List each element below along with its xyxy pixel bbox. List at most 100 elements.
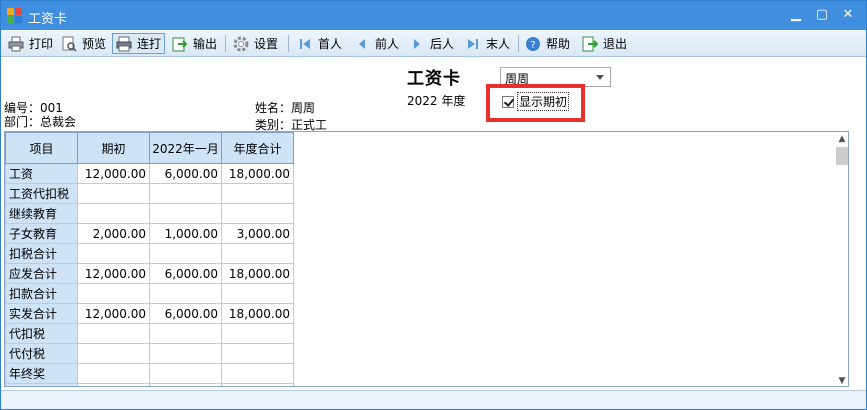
prev-record-button[interactable]: 前人 [351,33,402,54]
table-cell[interactable] [221,203,294,224]
table-cell[interactable]: 18,000.00 [221,163,294,184]
table-cell[interactable] [221,363,294,384]
table-cell[interactable]: 6,000.00 [149,303,222,324]
table-cell[interactable] [77,343,150,364]
table-cell[interactable] [149,183,222,204]
first-record-button[interactable]: 首人 [294,33,345,54]
row-item-label[interactable]: 代付税 [5,343,78,364]
printer-icon [8,36,24,51]
maximize-button[interactable]: ▢ [811,5,833,25]
print-button[interactable]: 打印 [5,33,56,54]
table-row[interactable]: 代付税 [5,343,294,364]
row-item-label[interactable]: 扣款合计 [5,283,78,304]
table-row[interactable]: 工资 12,000.00 6,000.00 18,000.00 [5,163,294,184]
row-item-label[interactable]: 继续教育 [5,203,78,224]
table-row[interactable]: 年终奖 [5,363,294,384]
table-cell[interactable] [221,283,294,304]
table-cell[interactable]: 12,000.00 [77,303,150,324]
scroll-up-icon[interactable]: ▲ [837,134,847,144]
department: 部门：总裁会 [4,115,77,129]
table-row[interactable]: 继续教育 [5,203,294,224]
table-cell[interactable] [77,363,150,384]
table-row[interactable]: 子女教育 2,000.00 1,000.00 3,000.00 [5,223,294,244]
next-record-icon [414,38,420,49]
help-icon: ? [526,36,540,51]
table-body: 工资 12,000.00 6,000.00 18,000.00 工资代扣税 继续教育 子女教… [5,163,294,386]
table-cell[interactable] [77,323,150,344]
continuous-print-button[interactable]: 连打 [112,33,166,54]
table-cell[interactable]: 6,000.00 [149,163,222,184]
exit-button[interactable]: 退出 [579,33,630,54]
table-cell[interactable] [149,283,222,304]
table-cell[interactable] [77,243,150,264]
card-title: 工资卡 [407,69,461,89]
exit-icon [582,36,598,51]
chevron-down-icon [596,75,604,80]
table-cell[interactable]: 3,000.00 [221,223,294,244]
prev-record-icon [359,38,365,49]
table-cell[interactable] [77,203,150,224]
row-item-label[interactable]: 年终奖代扣 [5,383,78,386]
column-header-year-total[interactable]: 年度合计 [221,132,294,164]
close-button[interactable]: ✕ [837,5,859,25]
table-cell[interactable]: 6,000.00 [149,263,222,284]
table-cell[interactable] [149,383,222,386]
table-cell[interactable] [77,383,150,386]
settings-button[interactable]: 设置 [230,33,281,54]
table-cell[interactable] [221,343,294,364]
table-row[interactable]: 工资代扣税 [5,183,294,204]
table-cell[interactable]: 1,000.00 [149,223,222,244]
row-item-label[interactable]: 实发合计 [5,303,78,324]
table-cell[interactable] [221,383,294,386]
table-cell[interactable] [221,183,294,204]
table-cell[interactable] [221,323,294,344]
last-record-button[interactable]: 末人 [462,33,513,54]
minimize-button[interactable]: ▁ [785,5,807,25]
svg-text:?: ? [530,40,535,51]
export-button[interactable]: 输出 [169,33,220,54]
payroll-card-window: 工资卡 ▁ ▢ ✕ 打印 预览 连打 输出 设置 首人 前人 后人 末人 ? 帮… [0,0,867,410]
payroll-grid: 项目 期初 2022年一月 年度合计 工资 12,000.00 6,000.00 18… [5,132,294,386]
column-header-item[interactable]: 项目 [5,132,78,164]
next-record-button[interactable]: 后人 [406,33,457,54]
status-bar [1,390,866,409]
column-header-initial[interactable]: 期初 [77,132,150,164]
table-row[interactable]: 应发合计 12,000.00 6,000.00 18,000.00 [5,263,294,284]
table-row[interactable]: 实发合计 12,000.00 6,000.00 18,000.00 [5,303,294,324]
table-cell[interactable] [149,343,222,364]
table-row[interactable]: 代扣税 [5,323,294,344]
table-cell[interactable] [149,363,222,384]
table-cell[interactable] [149,243,222,264]
table-cell[interactable] [77,283,150,304]
row-item-label[interactable]: 扣税合计 [5,243,78,264]
vertical-scrollbar[interactable]: ▲ ▼ [834,132,848,386]
table-row[interactable]: 年终奖代扣 [5,383,294,386]
table-row[interactable]: 扣款合计 [5,283,294,304]
row-item-label[interactable]: 工资代扣税 [5,183,78,204]
row-item-label[interactable]: 应发合计 [5,263,78,284]
table-cell[interactable] [149,203,222,224]
help-button[interactable]: ? 帮助 [522,33,573,54]
table-row[interactable]: 扣税合计 [5,243,294,264]
toolbar-separator [288,35,289,52]
last-record-icon [468,38,478,49]
employee-name: 姓名：周周 [255,101,316,115]
row-item-label[interactable]: 子女教育 [5,223,78,244]
table-cell[interactable] [149,323,222,344]
row-item-label[interactable]: 工资 [5,163,78,184]
table-cell[interactable]: 12,000.00 [77,163,150,184]
row-item-label[interactable]: 年终奖 [5,363,78,384]
table-cell[interactable] [221,243,294,264]
table-cell[interactable]: 18,000.00 [221,303,294,324]
column-header-month[interactable]: 2022年一月 [149,132,222,164]
table-cell[interactable] [77,183,150,204]
preview-button[interactable]: 预览 [58,33,109,54]
table-cell[interactable]: 18,000.00 [221,263,294,284]
year-label: 2022 年度 [407,94,466,108]
scroll-down-icon[interactable]: ▼ [837,376,847,386]
export-icon [172,37,188,51]
table-cell[interactable]: 2,000.00 [77,223,150,244]
scroll-thumb[interactable] [836,147,848,165]
row-item-label[interactable]: 代扣税 [5,323,78,344]
table-cell[interactable]: 12,000.00 [77,263,150,284]
